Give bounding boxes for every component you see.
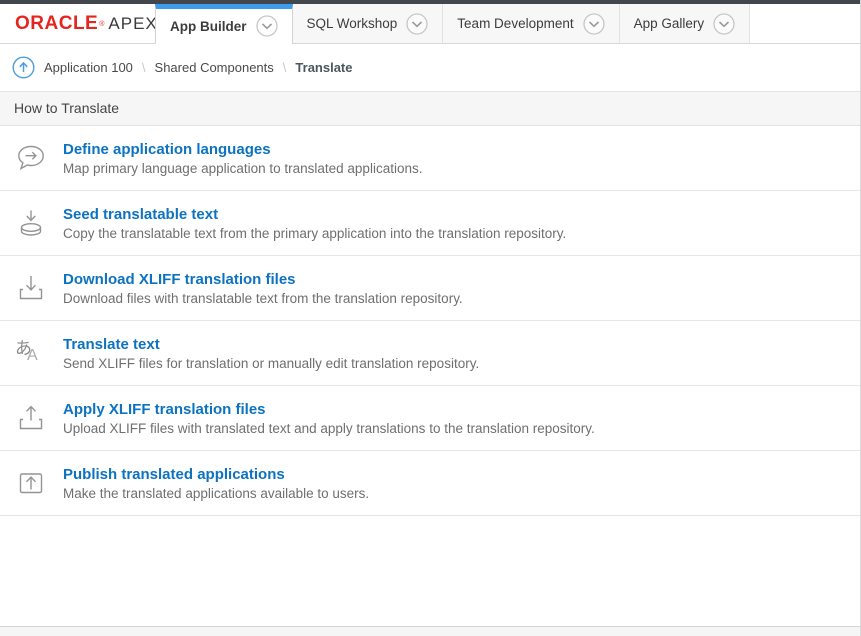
define-application-languages-link[interactable]: Define application languages	[63, 141, 422, 158]
apex-translate-page: ORACLE ® APEX App Builder SQL Workshop	[0, 0, 861, 636]
section-title: How to Translate	[0, 92, 860, 126]
download-xliff-link[interactable]: Download XLIFF translation files	[63, 271, 463, 288]
chevron-down-icon[interactable]	[256, 15, 278, 37]
tab-sql-workshop-label: SQL Workshop	[307, 16, 398, 31]
oracle-wordmark: ORACLE	[15, 13, 98, 35]
seed-database-icon	[14, 206, 48, 240]
howto-item-text: Apply XLIFF translation files Upload XLI…	[63, 401, 595, 436]
app-header: ORACLE ® APEX App Builder SQL Workshop	[0, 4, 860, 44]
apply-xliff-link[interactable]: Apply XLIFF translation files	[63, 401, 595, 418]
tab-sql-workshop[interactable]: SQL Workshop	[293, 4, 444, 43]
translate-text-desc: Send XLIFF files for translation or manu…	[63, 356, 479, 371]
footer-bar	[0, 626, 860, 636]
translate-text-link[interactable]: Translate text	[63, 336, 479, 353]
up-level-icon[interactable]	[12, 56, 35, 79]
howto-item-apply-xliff: Apply XLIFF translation files Upload XLI…	[0, 386, 860, 451]
publish-translated-link[interactable]: Publish translated applications	[63, 466, 369, 483]
registered-mark: ®	[99, 20, 104, 30]
upload-icon	[14, 401, 48, 435]
howto-item-text: Translate text Send XLIFF files for tran…	[63, 336, 479, 371]
chevron-down-icon[interactable]	[583, 13, 605, 35]
download-xliff-desc: Download files with translatable text fr…	[63, 291, 463, 306]
howto-item-publish: Publish translated applications Make the…	[0, 451, 860, 516]
comment-arrow-icon	[14, 141, 48, 175]
breadcrumb-separator: \	[142, 60, 146, 75]
howto-item-text: Publish translated applications Make the…	[63, 466, 369, 501]
howto-item-text: Seed translatable text Copy the translat…	[63, 206, 566, 241]
tab-app-builder[interactable]: App Builder	[155, 4, 293, 43]
breadcrumb-shared-components[interactable]: Shared Components	[155, 60, 274, 75]
tab-team-development[interactable]: Team Development	[443, 4, 619, 43]
publish-icon	[14, 466, 48, 500]
breadcrumb-translate: Translate	[295, 60, 352, 75]
apply-xliff-desc: Upload XLIFF files with translated text …	[63, 421, 595, 436]
howto-item-define-languages: Define application languages Map primary…	[0, 126, 860, 191]
howto-item-text: Download XLIFF translation files Downloa…	[63, 271, 463, 306]
download-icon	[14, 271, 48, 305]
tab-app-builder-label: App Builder	[170, 19, 247, 34]
breadcrumb-application[interactable]: Application 100	[44, 60, 133, 75]
seed-translatable-text-link[interactable]: Seed translatable text	[63, 206, 566, 223]
main-nav-tabs: App Builder SQL Workshop	[155, 4, 750, 43]
breadcrumb-separator: \	[283, 60, 287, 75]
chevron-down-icon[interactable]	[406, 13, 428, 35]
tab-app-gallery-label: App Gallery	[634, 16, 705, 31]
howto-item-translate-text: あ A Translate text Send XLIFF files for …	[0, 321, 860, 386]
oracle-apex-logo[interactable]: ORACLE ® APEX	[0, 4, 155, 43]
tab-team-development-label: Team Development	[457, 16, 573, 31]
tab-app-gallery[interactable]: App Gallery	[620, 4, 751, 43]
apex-wordmark: APEX	[108, 14, 157, 34]
publish-translated-desc: Make the translated applications availab…	[63, 486, 369, 501]
translate-characters-icon: あ A	[14, 336, 48, 370]
howto-item-download-xliff: Download XLIFF translation files Downloa…	[0, 256, 860, 321]
breadcrumb: Application 100 \ Shared Components \ Tr…	[0, 44, 860, 92]
chevron-down-icon[interactable]	[713, 13, 735, 35]
howto-item-seed-text: Seed translatable text Copy the translat…	[0, 191, 860, 256]
seed-translatable-text-desc: Copy the translatable text from the prim…	[63, 226, 566, 241]
latin-a-glyph: A	[27, 347, 38, 365]
define-application-languages-desc: Map primary language application to tran…	[63, 161, 422, 176]
howto-item-text: Define application languages Map primary…	[63, 141, 422, 176]
